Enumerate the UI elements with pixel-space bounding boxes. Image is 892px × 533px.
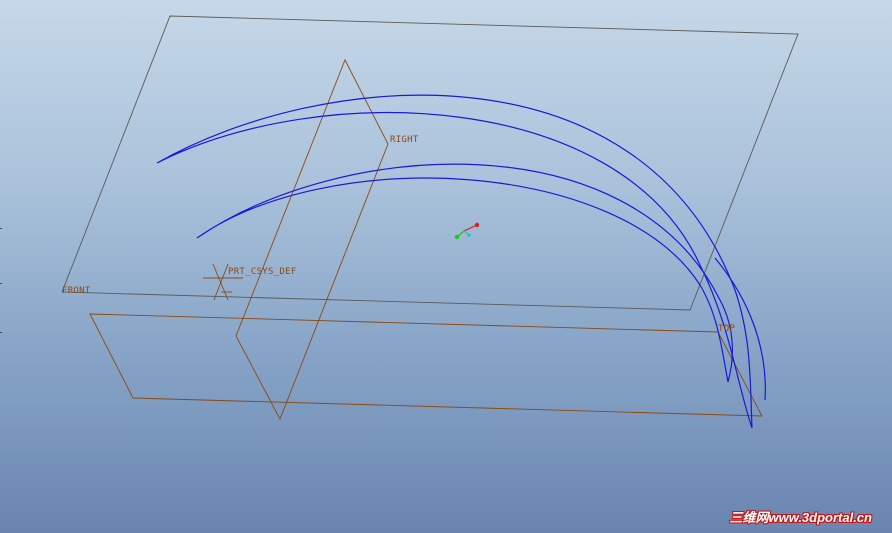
graphics-viewport[interactable]: RIGHT FRONT TOP PRT_CSYS_DEF 三维网www.3dpo… <box>0 0 892 533</box>
upper-blade-curve[interactable] <box>156 94 753 429</box>
view-triad <box>454 222 480 240</box>
datum-label-right[interactable]: RIGHT <box>390 135 419 145</box>
datum-label-top[interactable]: TOP <box>718 324 735 334</box>
datum-plane-right[interactable] <box>235 58 389 421</box>
model-canvas[interactable]: RIGHT FRONT TOP PRT_CSYS_DEF <box>0 0 892 533</box>
csys-label[interactable]: PRT_CSYS_DEF <box>228 267 297 277</box>
datum-plane-top[interactable] <box>89 313 763 417</box>
datum-label-front[interactable]: FRONT <box>62 286 91 296</box>
blade-curves[interactable] <box>156 94 766 429</box>
watermark-text: 三维网www.3dportal.cn <box>729 510 872 525</box>
sketch-plane-outline <box>61 15 799 311</box>
